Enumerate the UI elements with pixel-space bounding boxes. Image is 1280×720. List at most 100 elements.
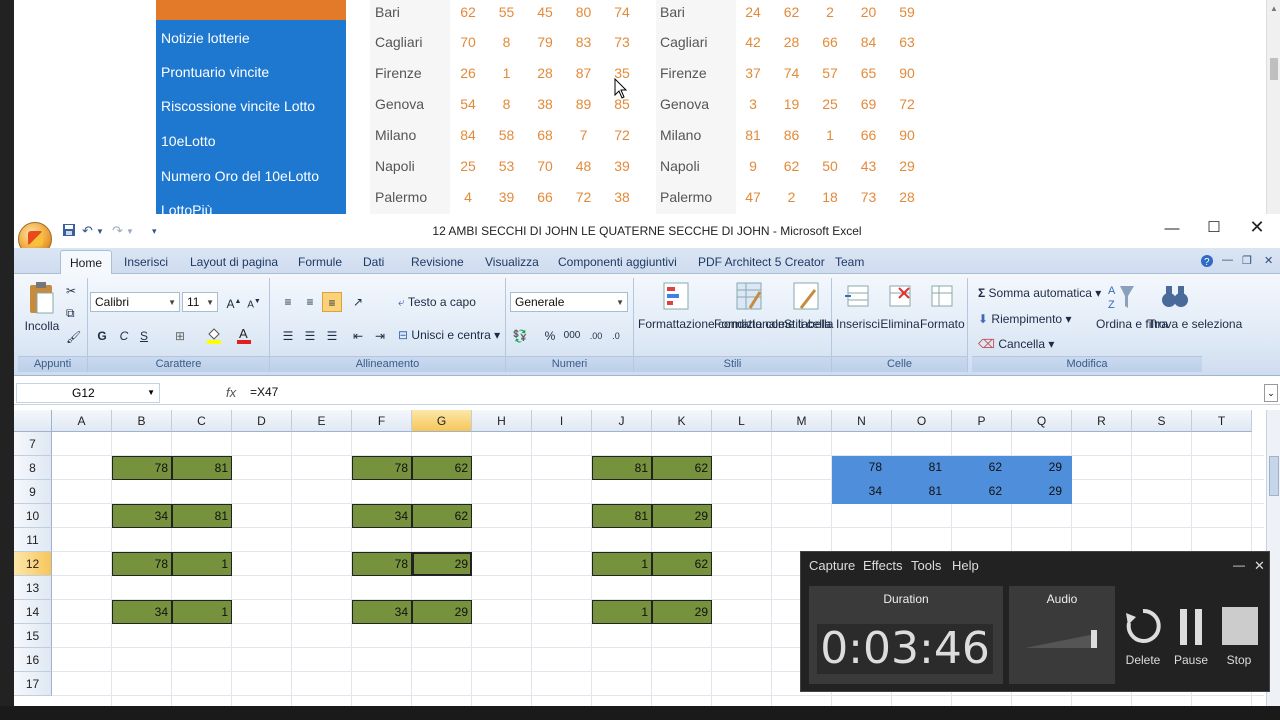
cell-g12[interactable]: 29 bbox=[412, 552, 472, 576]
recorder-minimize-icon[interactable]: — bbox=[1233, 558, 1245, 572]
cell-f8[interactable]: 78 bbox=[352, 456, 412, 480]
font-name-combo[interactable]: Calibri ▼ bbox=[90, 292, 180, 312]
shrink-font-icon[interactable]: A▼ bbox=[244, 292, 264, 312]
cell-f12[interactable]: 78 bbox=[352, 552, 412, 576]
tab-formule[interactable]: Formule bbox=[298, 255, 342, 269]
bold-button[interactable]: G bbox=[92, 326, 112, 346]
row-header[interactable]: 17 bbox=[14, 672, 52, 696]
menu-item[interactable]: Prontuario vincite bbox=[161, 64, 269, 80]
italic-button[interactable]: C bbox=[114, 326, 134, 346]
minimize-icon[interactable]: — bbox=[1161, 220, 1183, 237]
column-header[interactable]: K bbox=[652, 410, 712, 432]
fx-icon[interactable]: fx bbox=[226, 385, 236, 400]
cell-g8[interactable]: 62 bbox=[412, 456, 472, 480]
column-header[interactable]: F bbox=[352, 410, 412, 432]
merge-center-button[interactable]: ⊟ Unisci e centra ▾ bbox=[398, 328, 500, 342]
cut-icon[interactable]: ✂ bbox=[66, 284, 76, 298]
cell-n9[interactable]: 34 bbox=[832, 480, 892, 504]
formula-input[interactable]: =X47 bbox=[250, 385, 278, 399]
menu-capture[interactable]: Capture bbox=[809, 558, 855, 573]
scroll-thumb[interactable] bbox=[1269, 456, 1279, 496]
expand-formula-icon[interactable]: ⌄ bbox=[1264, 384, 1278, 402]
menu-effects[interactable]: Effects bbox=[863, 558, 903, 573]
grow-font-icon[interactable]: A▲ bbox=[224, 292, 244, 312]
cell-j8[interactable]: 81 bbox=[592, 456, 652, 480]
menu-item[interactable]: Riscossione vincite Lotto bbox=[161, 98, 315, 114]
tab-layout[interactable]: Layout di pagina bbox=[190, 255, 278, 269]
row-header[interactable]: 13 bbox=[14, 576, 52, 600]
row-header[interactable]: 12 bbox=[14, 552, 52, 576]
pause-button[interactable]: Pause bbox=[1169, 607, 1213, 667]
format-cells-button[interactable]: Formato bbox=[920, 280, 965, 331]
row-header[interactable]: 10 bbox=[14, 504, 52, 528]
stop-button[interactable]: Stop bbox=[1217, 607, 1261, 667]
tab-visualizza[interactable]: Visualizza bbox=[485, 255, 539, 269]
tab-revisione[interactable]: Revisione bbox=[411, 255, 464, 269]
insert-cells-button[interactable]: Inserisci bbox=[836, 280, 880, 331]
column-header[interactable]: J bbox=[592, 410, 652, 432]
menu-help[interactable]: Help bbox=[952, 558, 979, 573]
conditional-format-button[interactable]: Formattazione condizionale bbox=[638, 280, 785, 331]
column-header[interactable]: L bbox=[712, 410, 772, 432]
align-center-icon[interactable]: ☰ bbox=[300, 326, 320, 346]
cell-k12[interactable]: 62 bbox=[652, 552, 712, 576]
cell-o9[interactable]: 81 bbox=[892, 480, 952, 504]
tab-inserisci[interactable]: Inserisci bbox=[124, 255, 168, 269]
cell-f14[interactable]: 34 bbox=[352, 600, 412, 624]
row-header[interactable]: 14 bbox=[14, 600, 52, 624]
column-header[interactable]: G bbox=[412, 410, 472, 432]
cell-j10[interactable]: 81 bbox=[592, 504, 652, 528]
recorder-close-icon[interactable]: ✕ bbox=[1254, 558, 1265, 574]
cell-c8[interactable]: 81 bbox=[172, 456, 232, 480]
column-header[interactable]: S bbox=[1132, 410, 1192, 432]
cell-j14[interactable]: 1 bbox=[592, 600, 652, 624]
cell-n8[interactable]: 78 bbox=[832, 456, 892, 480]
column-header[interactable]: N bbox=[832, 410, 892, 432]
cell-q9[interactable]: 29 bbox=[1012, 480, 1072, 504]
column-header[interactable]: T bbox=[1192, 410, 1252, 432]
cell-q8[interactable]: 29 bbox=[1012, 456, 1072, 480]
scroll-up-icon[interactable]: ▲ bbox=[1270, 4, 1278, 13]
row-header[interactable]: 8 bbox=[14, 456, 52, 480]
cell-f10[interactable]: 34 bbox=[352, 504, 412, 528]
cell-p8[interactable]: 62 bbox=[952, 456, 1012, 480]
menu-item[interactable]: 10eLotto bbox=[161, 133, 216, 149]
delete-button[interactable]: Delete bbox=[1121, 607, 1165, 667]
wrap-text-button[interactable]: ⤶ Testo a capo bbox=[398, 295, 476, 310]
column-header[interactable]: R bbox=[1072, 410, 1132, 432]
redo-icon[interactable]: ↷ bbox=[112, 223, 123, 239]
font-color-icon[interactable]: A bbox=[234, 326, 254, 346]
fill-color-icon[interactable] bbox=[204, 326, 224, 346]
cell-styles-button[interactable]: Stili cella bbox=[784, 280, 831, 331]
cell-k10[interactable]: 29 bbox=[652, 504, 712, 528]
underline-button[interactable]: S bbox=[134, 326, 154, 346]
cell-b12[interactable]: 78 bbox=[112, 552, 172, 576]
column-header[interactable]: H bbox=[472, 410, 532, 432]
orientation-icon[interactable]: ↗ bbox=[348, 292, 368, 312]
row-header[interactable]: 7 bbox=[14, 432, 52, 456]
cell-g14[interactable]: 29 bbox=[412, 600, 472, 624]
maximize-icon[interactable]: ☐ bbox=[1203, 218, 1225, 236]
decrease-decimal-icon[interactable]: .0 bbox=[606, 326, 626, 346]
column-header[interactable]: P bbox=[952, 410, 1012, 432]
tab-home[interactable]: Home bbox=[60, 250, 113, 275]
menu-tools[interactable]: Tools bbox=[911, 558, 941, 573]
cell-b14[interactable]: 34 bbox=[112, 600, 172, 624]
column-header[interactable]: I bbox=[532, 410, 592, 432]
column-header[interactable]: C bbox=[172, 410, 232, 432]
audio-level-slider[interactable] bbox=[1025, 626, 1101, 652]
row-header[interactable]: 15 bbox=[14, 624, 52, 648]
cell-p9[interactable]: 62 bbox=[952, 480, 1012, 504]
number-format-combo[interactable]: Generale ▼ bbox=[510, 292, 628, 312]
ribbon-restore-icon[interactable]: ❐ bbox=[1242, 254, 1252, 267]
cell-g10[interactable]: 62 bbox=[412, 504, 472, 528]
currency-icon[interactable]: 💱 bbox=[510, 326, 530, 346]
menu-item[interactable]: Notizie lotterie bbox=[161, 30, 250, 46]
find-select-button[interactable]: Trova e seleziona bbox=[1148, 280, 1242, 331]
redo-dropdown-icon[interactable]: ▼ bbox=[126, 227, 134, 236]
column-header[interactable]: E bbox=[292, 410, 352, 432]
cell-k14[interactable]: 29 bbox=[652, 600, 712, 624]
menu-item[interactable]: Numero Oro del 10eLotto bbox=[161, 168, 319, 184]
font-size-combo[interactable]: 11 ▼ bbox=[182, 292, 218, 312]
scroll-thumb[interactable] bbox=[1270, 58, 1278, 80]
